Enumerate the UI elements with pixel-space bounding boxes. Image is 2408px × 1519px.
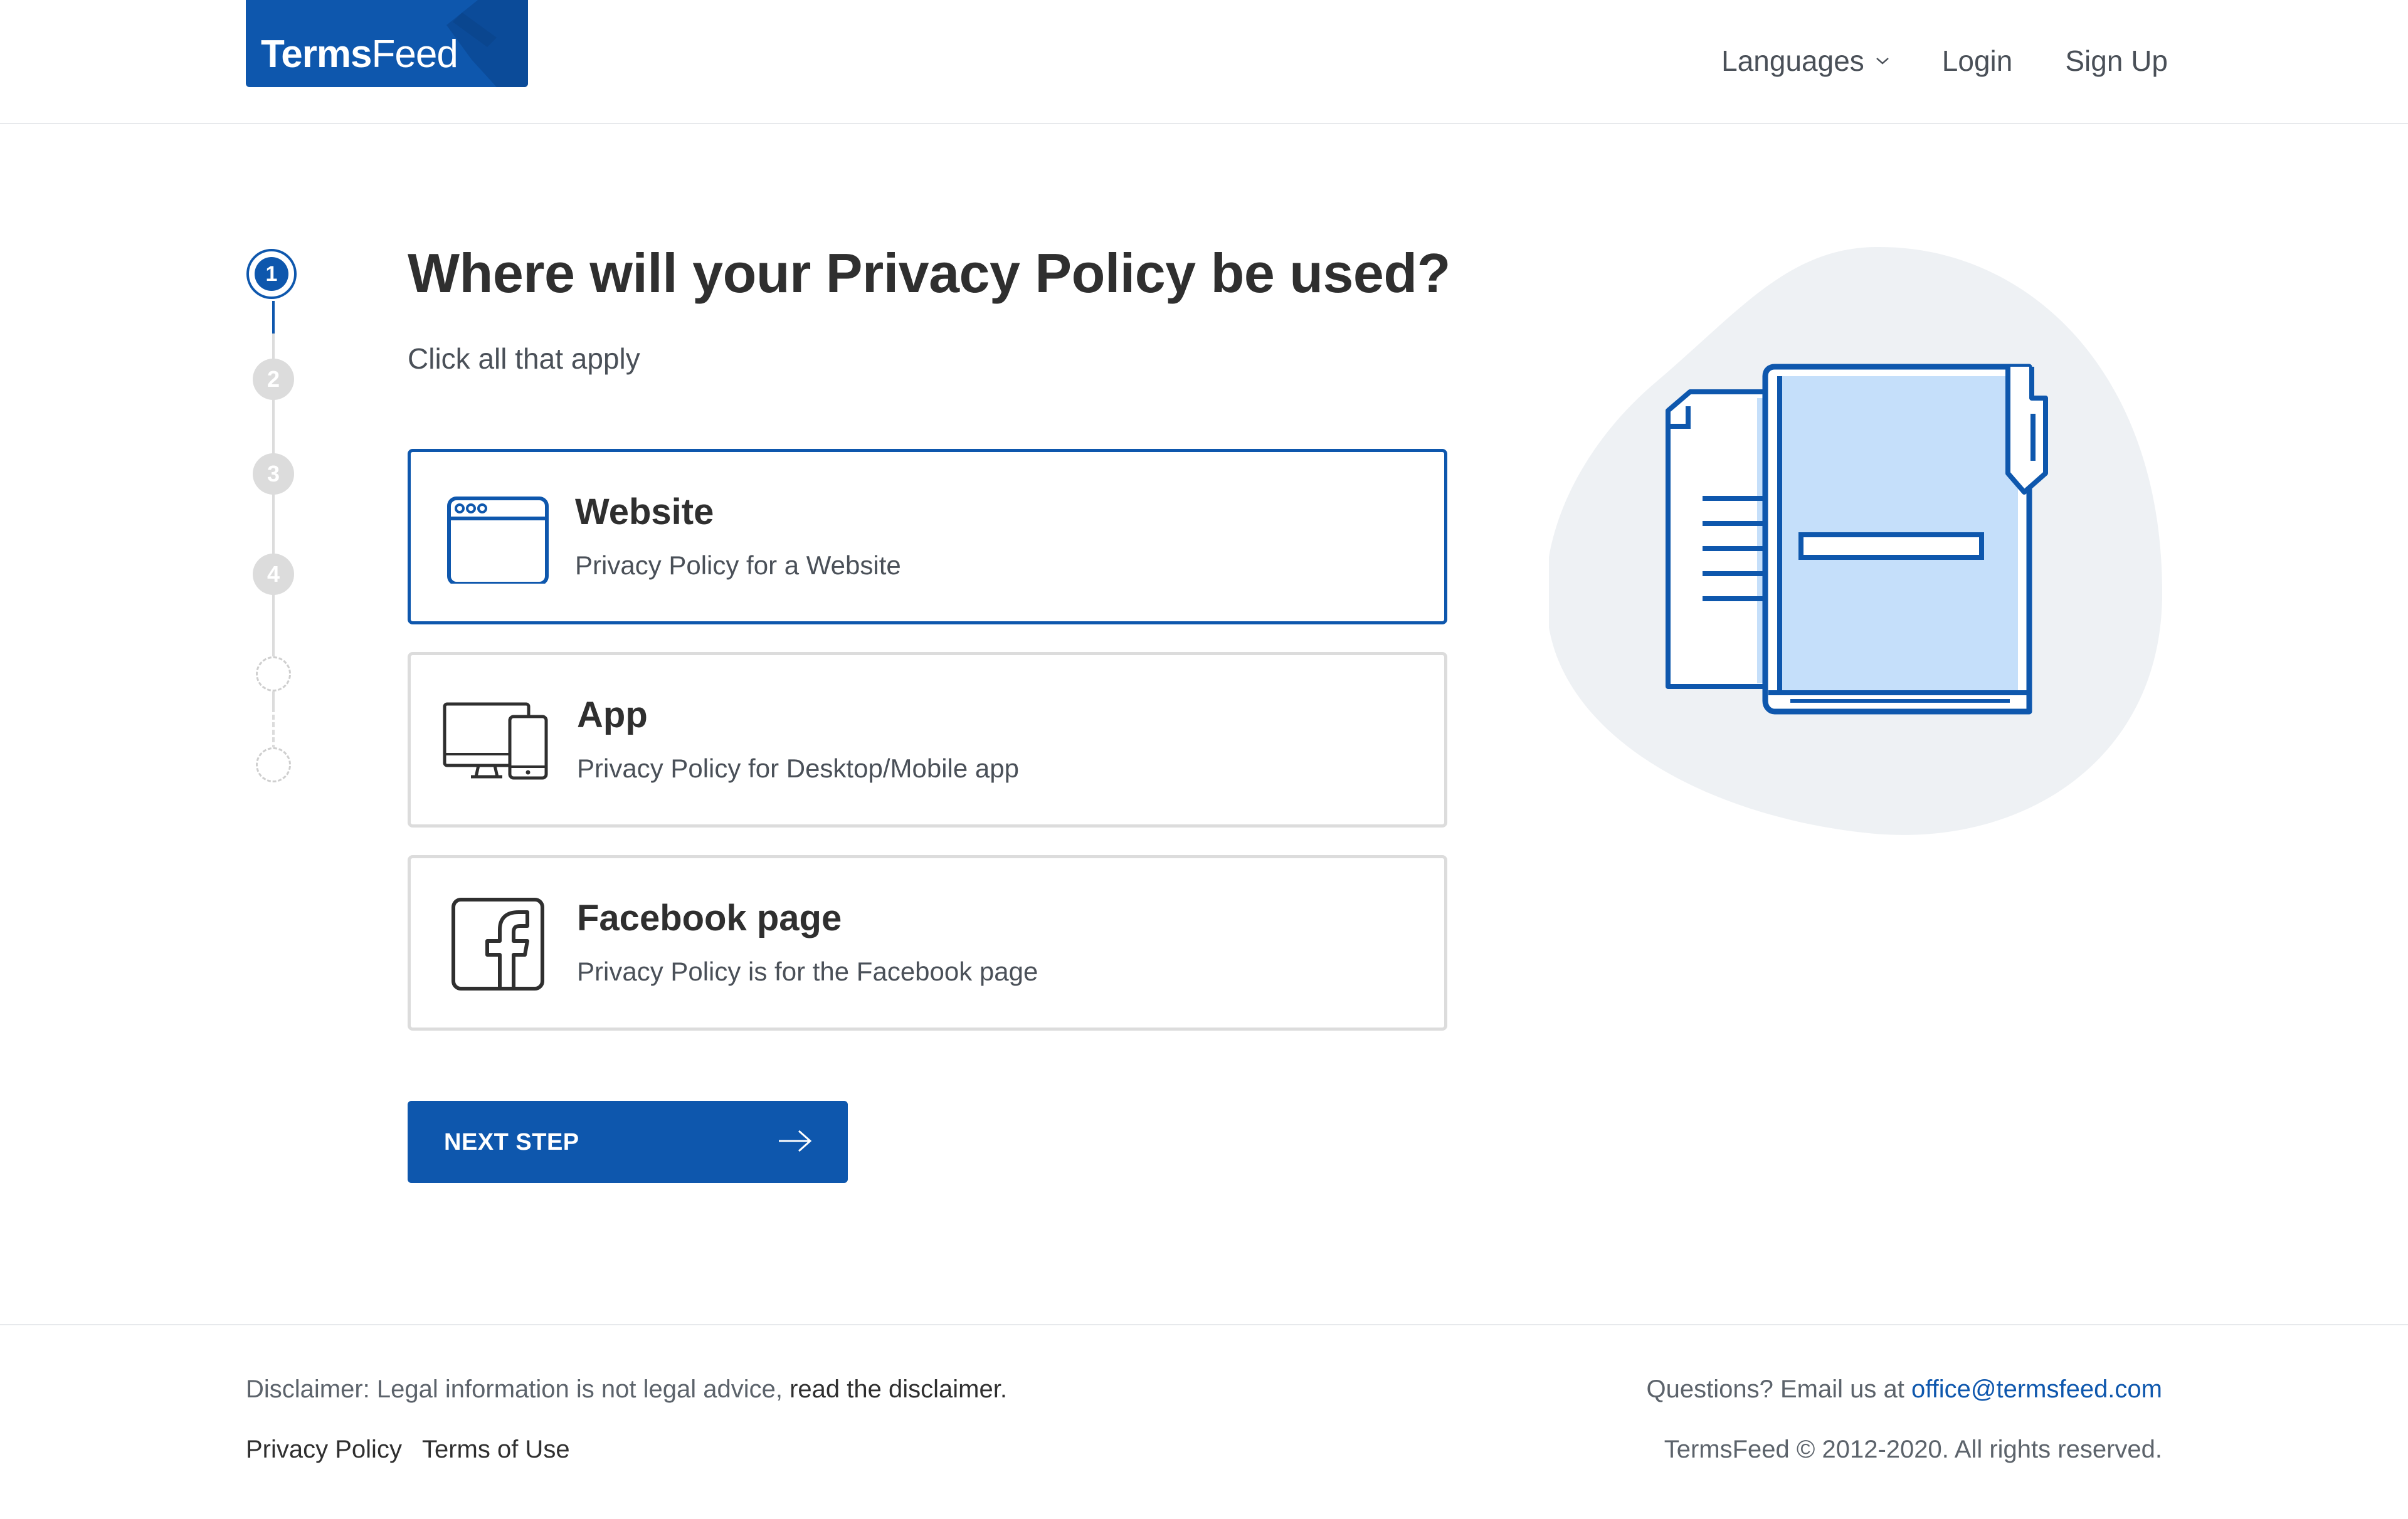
page-subtitle: Click all that apply xyxy=(408,342,640,375)
option-title: App xyxy=(577,695,648,735)
privacy-policy-link[interactable]: Privacy Policy xyxy=(246,1436,402,1464)
questions-prefix: Questions? Email us at xyxy=(1646,1375,1904,1403)
terms-of-use-link[interactable]: Terms of Use xyxy=(422,1436,570,1464)
contact-text: Questions? Email us at office@termsfeed.… xyxy=(1647,1375,2162,1404)
languages-dropdown[interactable]: Languages xyxy=(1721,44,1889,78)
option-description: Privacy Policy for Desktop/Mobile app xyxy=(577,754,1019,783)
next-step-label: NEXT STEP xyxy=(444,1129,579,1155)
copyright-text: TermsFeed © 2012-2020. All rights reserv… xyxy=(1664,1436,2162,1463)
site-footer: Disclaimer: Legal information is not leg… xyxy=(0,1324,2408,1519)
step-1-number: 1 xyxy=(255,257,288,291)
disclaimer-prefix: Disclaimer: Legal information is not leg… xyxy=(246,1375,783,1403)
option-description: Privacy Policy for a Website xyxy=(575,550,901,580)
option-title: Website xyxy=(575,491,714,532)
signup-link[interactable]: Sign Up xyxy=(2065,44,2168,78)
logo-light: Feed xyxy=(371,33,458,76)
devices-icon xyxy=(443,702,548,780)
next-step-button[interactable]: NEXT STEP xyxy=(408,1101,848,1183)
disclaimer-text: Disclaimer: Legal information is not leg… xyxy=(246,1375,1007,1404)
page: TermsFeed Languages Login Sign Up 1 2 3 … xyxy=(0,0,2408,1519)
browser-window-icon xyxy=(447,497,549,584)
step-5-empty xyxy=(256,656,291,691)
email-link[interactable]: office@termsfeed.com xyxy=(1911,1375,2162,1403)
facebook-icon xyxy=(452,898,544,991)
site-header: TermsFeed Languages Login Sign Up xyxy=(0,0,2408,124)
termsfeed-logo[interactable]: TermsFeed xyxy=(246,0,528,87)
page-title: Where will your Privacy Policy be used? xyxy=(408,242,1450,304)
footer-links: Privacy Policy Terms of Use xyxy=(246,1436,590,1464)
step-6-empty xyxy=(256,747,291,782)
option-description: Privacy Policy is for the Facebook page xyxy=(577,957,1038,986)
step-1-active: 1 xyxy=(246,249,297,299)
option-app[interactable]: App Privacy Policy for Desktop/Mobile ap… xyxy=(408,652,1447,828)
option-title: Facebook page xyxy=(577,898,842,938)
top-nav: Languages Login Sign Up xyxy=(1669,44,2168,78)
login-link[interactable]: Login xyxy=(1942,44,2013,78)
step-2: 2 xyxy=(253,359,294,400)
step-connector xyxy=(272,301,275,334)
step-4: 4 xyxy=(253,554,294,595)
step-3: 3 xyxy=(253,453,294,495)
languages-label: Languages xyxy=(1721,45,1864,77)
option-facebook[interactable]: Facebook page Privacy Policy is for the … xyxy=(408,855,1447,1031)
progress-stepper: 1 2 3 4 xyxy=(243,246,304,791)
privacy-policy-book-illustration xyxy=(1549,246,2163,835)
chevron-down-icon xyxy=(1876,58,1889,65)
logo-bold: Terms xyxy=(261,33,372,76)
arrow-right-icon xyxy=(779,1130,812,1152)
logo-wordmark: TermsFeed xyxy=(261,35,458,74)
read-disclaimer-link[interactable]: read the disclaimer. xyxy=(789,1375,1007,1403)
option-website[interactable]: Website Privacy Policy for a Website xyxy=(408,449,1447,624)
